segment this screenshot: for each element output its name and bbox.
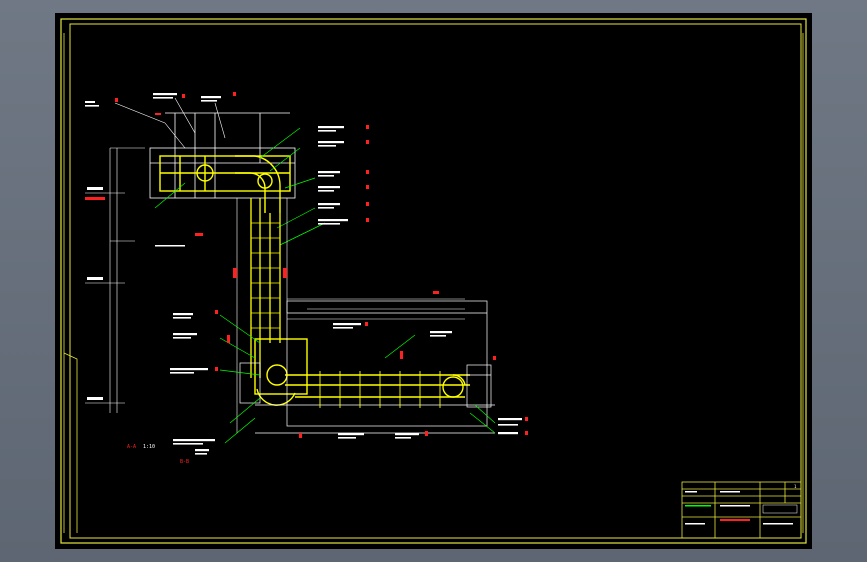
title-block: [681, 481, 802, 539]
lower-boot-frame: [239, 300, 495, 434]
leg-dimension-label: [155, 245, 185, 247]
lower-callout-labels: [170, 313, 522, 455]
elevation-marker-text: [87, 187, 103, 400]
top-dimension-lines: [287, 298, 465, 320]
section-labels: A-A B-B 1:10: [127, 444, 189, 465]
horizontal-conveyor-posts: [319, 371, 441, 408]
right-callout-red-tags: [366, 125, 369, 222]
conveyor-drawing: A-A B-B 1:10 1: [60, 18, 807, 544]
scale-note: 1:10: [143, 444, 155, 450]
top-callout-leaders: [114, 97, 226, 149]
right-callout-labels: [318, 126, 348, 225]
upper-head-structure: [159, 155, 291, 213]
lower-boot: [254, 338, 308, 406]
cad-viewport[interactable]: A-A B-B 1:10 1: [55, 13, 812, 549]
tail-housing: [466, 364, 492, 408]
section-a-label: A-A: [127, 444, 136, 450]
lower-green-leaders: [219, 314, 496, 444]
leg-dimension-tags: [195, 233, 287, 278]
upper-head-callout-green: [154, 127, 326, 246]
horizontal-conveyor: [285, 374, 470, 398]
top-red-tags: [115, 92, 236, 115]
title-block-number: 1: [794, 484, 797, 489]
section-b-label: B-B: [180, 459, 189, 465]
elevator-leg-rungs: [251, 222, 280, 329]
top-callouts: [85, 93, 221, 107]
red-elevation-tag: [85, 197, 105, 200]
